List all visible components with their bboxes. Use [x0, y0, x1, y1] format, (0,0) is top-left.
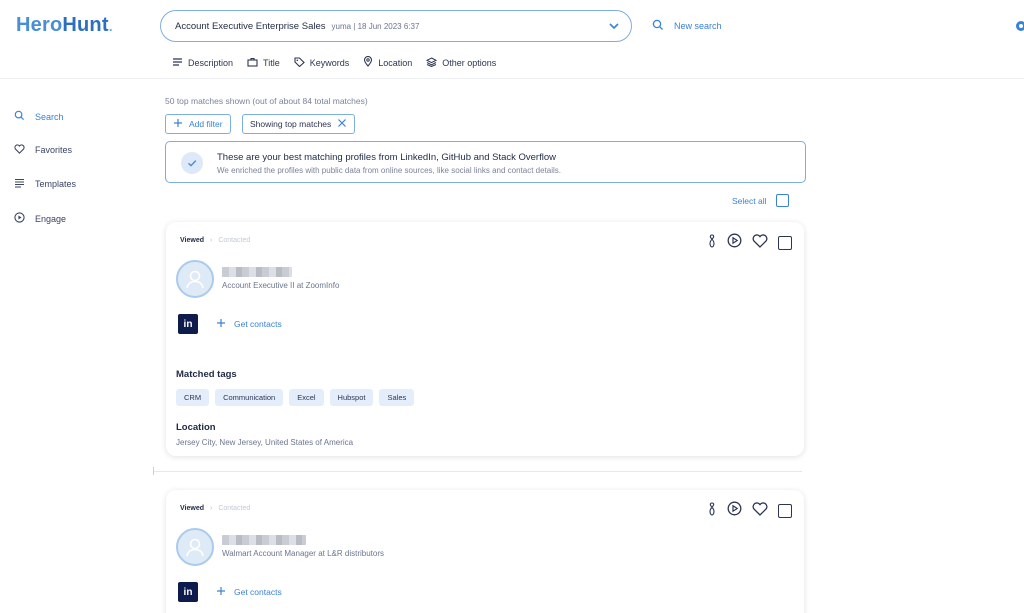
matched-tags-list: CRM Communication Excel Hubspot Sales	[176, 389, 415, 406]
candidate-status: Viewed › Contacted	[180, 505, 250, 512]
add-filter-label: Add filter	[189, 119, 223, 129]
linkedin-icon[interactable]: in	[178, 314, 198, 334]
chevron-down-icon[interactable]	[607, 19, 621, 35]
get-contacts-button[interactable]: Get contacts	[216, 586, 282, 598]
candidate-checkbox[interactable]	[778, 236, 792, 250]
status-contacted: Contacted	[218, 505, 251, 512]
tab-keywords[interactable]: Keywords	[294, 56, 350, 69]
candidate-role: Account Executive II at ZoomInfo	[222, 281, 340, 290]
chip-label: Showing top matches	[250, 119, 332, 129]
list-icon	[14, 178, 25, 190]
candidate-checkbox[interactable]	[778, 504, 792, 518]
close-icon[interactable]	[337, 118, 347, 130]
tab-label: Keywords	[309, 57, 350, 68]
herohunt-logo[interactable]: HeroHunt.	[16, 14, 113, 37]
sidebar-item-templates[interactable]: Templates	[14, 178, 76, 190]
heart-icon	[14, 144, 25, 156]
sidebar-item-engage[interactable]: Engage	[14, 212, 66, 225]
logo-dot: .	[108, 18, 113, 34]
card-actions	[707, 501, 792, 521]
play-circle-icon	[14, 212, 25, 225]
play-circle-icon[interactable]	[727, 501, 742, 521]
header-divider	[0, 78, 1024, 79]
layers-icon	[426, 56, 438, 69]
add-filter-button[interactable]: Add filter	[165, 114, 231, 134]
search-meta: yuma | 18 Jun 2023 6:37	[331, 21, 420, 31]
tag-icon	[294, 56, 305, 69]
tab-label: Other options	[442, 57, 497, 68]
select-all-label: Select all	[732, 195, 767, 206]
search-criteria-tabs: Description Title Keywords Location Othe…	[172, 55, 496, 69]
eight-icon[interactable]	[707, 233, 717, 253]
search-query: Account Executive Enterprise Sales	[175, 20, 326, 32]
play-circle-icon[interactable]	[727, 233, 742, 253]
search-icon	[652, 19, 664, 33]
select-all-checkbox[interactable]	[775, 194, 789, 207]
linkedin-icon[interactable]: in	[178, 582, 198, 602]
select-all-control[interactable]: Select all	[732, 194, 789, 207]
sidebar-item-label: Engage	[35, 213, 67, 224]
matched-tags-title: Matched tags	[176, 369, 237, 380]
plus-icon	[173, 118, 183, 130]
location-title: Location	[176, 422, 216, 433]
candidate-name-redacted	[222, 267, 292, 277]
avatar	[176, 260, 214, 298]
tab-label: Location	[378, 57, 413, 68]
tab-location[interactable]: Location	[363, 55, 413, 69]
candidate-role: Walmart Account Manager at L&R distribut…	[222, 549, 384, 558]
tab-title[interactable]: Title	[247, 56, 280, 69]
sidebar-item-label: Search	[35, 111, 64, 122]
tab-other-options[interactable]: Other options	[426, 56, 496, 69]
heart-icon[interactable]	[752, 501, 768, 521]
best-matches-banner: These are your best matching profiles fr…	[165, 141, 806, 183]
new-search-button[interactable]: New search	[652, 19, 722, 33]
logo-text-hero: Hero	[16, 14, 63, 36]
eight-icon[interactable]	[707, 501, 717, 521]
candidate-card[interactable]: Viewed › Contacted Account Executive II …	[166, 222, 804, 456]
get-contacts-button[interactable]: Get contacts	[216, 318, 282, 330]
sidebar-item-label: Templates	[35, 179, 77, 189]
banner-title: These are your best matching profiles fr…	[217, 152, 556, 163]
chevron-right-icon: ›	[210, 505, 213, 512]
tag-chip: Communication	[215, 389, 284, 406]
tag-chip: Sales	[379, 389, 415, 406]
gear-icon[interactable]	[1014, 19, 1024, 38]
tab-label: Title	[263, 57, 280, 68]
banner-subtitle: We enriched the profiles with public dat…	[217, 166, 562, 175]
showing-top-matches-chip[interactable]: Showing top matches	[242, 114, 356, 134]
match-count: 50 top matches shown (out of about 84 to…	[165, 96, 368, 106]
plus-icon	[216, 586, 226, 598]
heart-icon[interactable]	[752, 233, 768, 253]
saved-search-select[interactable]: Account Executive Enterprise Sales yuma …	[160, 10, 632, 42]
new-search-label: New search	[674, 21, 722, 31]
sidebar-item-favorites[interactable]: Favorites	[14, 144, 72, 156]
briefcase-icon	[247, 57, 258, 69]
status-viewed: Viewed	[180, 505, 204, 512]
tab-description[interactable]: Description	[172, 56, 233, 69]
sidebar-item-label: Favorites	[35, 145, 73, 155]
card-divider	[154, 471, 802, 472]
check-icon	[181, 152, 203, 174]
tag-chip: Excel	[289, 389, 324, 406]
lines-icon	[172, 57, 183, 69]
logo-text-hunt: Hunt	[62, 14, 109, 36]
tag-chip: CRM	[176, 389, 210, 406]
card-actions	[707, 233, 792, 253]
candidate-name-redacted	[222, 535, 306, 545]
tag-chip: Hubspot	[329, 389, 374, 406]
chevron-right-icon: ›	[210, 237, 213, 244]
search-icon	[14, 110, 25, 123]
status-viewed: Viewed	[180, 237, 204, 244]
get-contacts-label: Get contacts	[234, 319, 282, 329]
candidate-status: Viewed › Contacted	[180, 237, 250, 244]
avatar	[176, 528, 214, 566]
location-value: Jersey City, New Jersey, United States o…	[176, 438, 354, 447]
sidebar-item-search[interactable]: Search	[14, 110, 64, 123]
status-contacted: Contacted	[218, 237, 251, 244]
tab-label: Description	[188, 57, 234, 68]
get-contacts-label: Get contacts	[234, 587, 282, 597]
plus-icon	[216, 318, 226, 330]
candidate-card[interactable]: Viewed › Contacted Walmart Account Manag…	[166, 490, 804, 613]
pin-icon	[363, 55, 373, 69]
